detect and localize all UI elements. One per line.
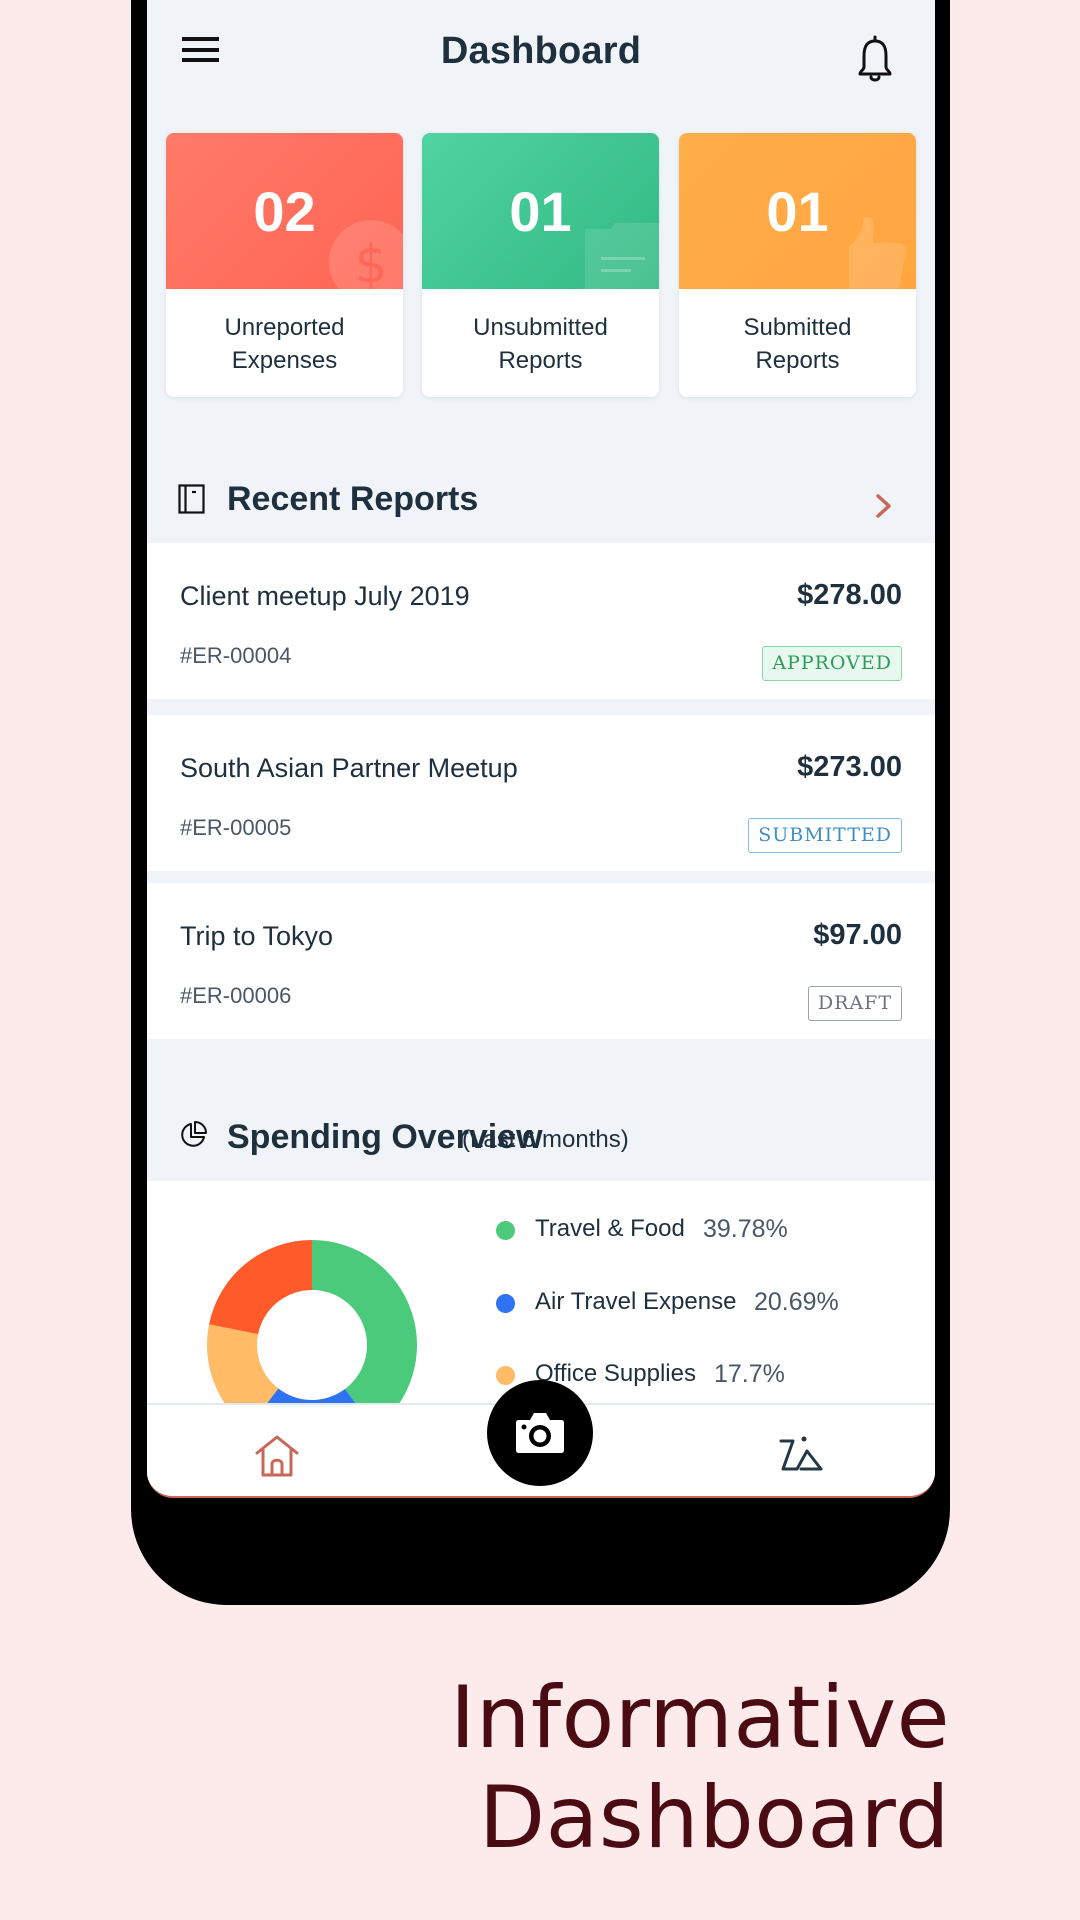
legend-value: 39.78% bbox=[703, 1215, 788, 1243]
card-label: Unreported Expenses bbox=[224, 314, 345, 374]
card-header: $ 02 bbox=[166, 133, 403, 289]
camera-button[interactable] bbox=[487, 1380, 593, 1486]
status-badge: APPROVED bbox=[762, 646, 902, 681]
stat-card-submitted-reports[interactable]: 01 Submitted Reports bbox=[679, 133, 916, 397]
donut-slice-office-supplies bbox=[207, 1324, 279, 1403]
report-name: Client meetup July 2019 bbox=[180, 581, 470, 611]
report-row[interactable]: Client meetup July 2019 $278.00 #ER-0000… bbox=[147, 543, 935, 699]
legend-dot bbox=[496, 1366, 515, 1385]
report-id: #ER-00006 bbox=[180, 983, 292, 1008]
donut-slice-travel-food bbox=[312, 1240, 417, 1403]
spending-period: (Last 6 months) bbox=[462, 1126, 629, 1153]
app-screen: Dashboard $ 02 Unreported Expenses 01 Un… bbox=[147, 0, 935, 1498]
card-header: 01 bbox=[679, 133, 916, 289]
legend-value: 17.7% bbox=[714, 1360, 785, 1388]
zia-icon[interactable] bbox=[779, 1435, 827, 1475]
card-header: 01 bbox=[422, 133, 659, 289]
report-row[interactable]: South Asian Partner Meetup $273.00 #ER-0… bbox=[147, 715, 935, 871]
pie-chart-icon bbox=[181, 1121, 207, 1147]
donut-chart bbox=[207, 1240, 417, 1403]
status-badge: DRAFT bbox=[807, 986, 902, 1021]
legend-value: 20.69% bbox=[754, 1288, 839, 1316]
report-row[interactable]: Trip to Tokyo $97.00 #ER-00006 DRAFT bbox=[147, 883, 935, 1039]
donut-slice-other bbox=[209, 1240, 312, 1335]
legend-dot bbox=[496, 1221, 515, 1240]
spending-chart-panel: Travel & Food 39.78% Air Travel Expense 20.… bbox=[147, 1181, 935, 1403]
recent-reports-title: Recent Reports bbox=[227, 480, 479, 518]
report-id: #ER-00005 bbox=[180, 815, 292, 840]
report-name: Trip to Tokyo bbox=[180, 921, 334, 951]
report-id: #ER-00004 bbox=[180, 643, 292, 668]
home-icon[interactable] bbox=[254, 1434, 300, 1478]
report-name: South Asian Partner Meetup bbox=[180, 753, 518, 783]
card-count: 01 bbox=[766, 180, 829, 243]
legend-dot bbox=[496, 1294, 515, 1313]
notebook-icon bbox=[178, 484, 205, 514]
report-amount: $97.00 bbox=[813, 919, 902, 951]
page-title: Dashboard bbox=[440, 30, 642, 72]
tagline: Informative Dashboard bbox=[450, 1668, 950, 1868]
chevron-right-icon[interactable] bbox=[875, 494, 893, 518]
camera-icon bbox=[516, 1413, 564, 1453]
status-badge: SUBMITTED bbox=[748, 818, 902, 853]
tagline-line-1: Informative bbox=[450, 1668, 950, 1768]
card-count: 01 bbox=[509, 180, 572, 243]
bell-icon[interactable] bbox=[855, 34, 895, 86]
legend-label: Air Travel Expense bbox=[535, 1288, 737, 1315]
tagline-line-2: Dashboard bbox=[478, 1768, 950, 1868]
card-label: Submitted Reports bbox=[743, 314, 852, 374]
report-amount: $278.00 bbox=[797, 579, 902, 611]
card-count: 02 bbox=[253, 180, 316, 243]
card-label: Unsubmitted Reports bbox=[473, 314, 608, 374]
stat-card-unsubmitted-reports[interactable]: 01 Unsubmitted Reports bbox=[422, 133, 659, 397]
report-amount: $273.00 bbox=[797, 751, 902, 783]
stat-card-unreported-expenses[interactable]: $ 02 Unreported Expenses bbox=[166, 133, 403, 397]
legend-label: Travel & Food bbox=[535, 1215, 685, 1242]
